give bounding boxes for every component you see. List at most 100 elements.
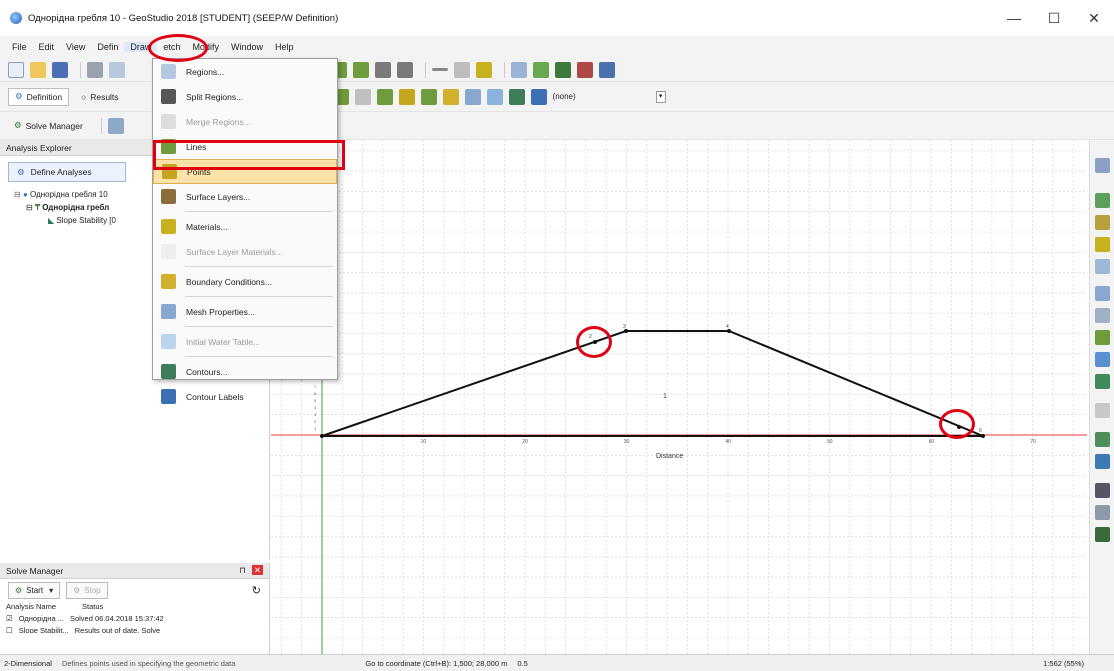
menu-item-initial-water-table[interactable]: Initial Water Table... [153, 329, 337, 354]
close-button[interactable]: ✕ [1074, 0, 1114, 36]
menu-window[interactable]: Window [225, 42, 269, 52]
draw-menu-dropdown: Regions... Split Regions... Merge Region… [152, 58, 338, 404]
contour-icon[interactable] [107, 117, 124, 134]
draw-style-icon[interactable] [476, 61, 492, 78]
water-table-tool-icon[interactable] [486, 88, 503, 105]
menu-help[interactable]: Help [269, 42, 300, 52]
sketch-lines-icon[interactable] [533, 61, 549, 78]
copy-icon[interactable] [109, 61, 125, 78]
points-item-highlight-box [153, 140, 345, 170]
contour-labels-tool-icon[interactable] [530, 88, 547, 105]
contours-tool-icon[interactable] [508, 88, 525, 105]
materials-icon [161, 219, 176, 234]
slope-icon[interactable] [1094, 374, 1110, 389]
undo-icon[interactable] [375, 61, 391, 78]
geometry-point[interactable] [320, 434, 324, 438]
menu-edit[interactable]: Edit [33, 42, 61, 52]
stop-button[interactable]: ⚙ Stop [66, 581, 108, 599]
start-dropdown-icon[interactable]: ▾ [49, 586, 53, 595]
geometry-view[interactable]: 1 Distance 10 20 30 40 50 60 70 1234567 3 4 2 … [271, 140, 1087, 654]
x-tick-label: 70 [1030, 439, 1036, 445]
geometry-point[interactable] [981, 434, 985, 438]
point-highlight-circle [939, 409, 975, 439]
select-dropdown-arrow[interactable]: ▾ [655, 90, 666, 103]
menu-item-materials[interactable]: Materials... [153, 214, 337, 239]
grid-icon[interactable] [1094, 308, 1110, 323]
print-icon[interactable] [87, 61, 103, 78]
materials-icon[interactable] [1094, 330, 1110, 345]
contour-icon[interactable] [1094, 432, 1110, 447]
define-analyses-button[interactable]: ⚙ Define Analyses [8, 162, 126, 182]
menu-item-merge-regions[interactable]: Merge Regions... [153, 109, 337, 134]
menu-item-mesh-properties[interactable]: Mesh Properties... [153, 299, 337, 324]
text-style-icon[interactable] [577, 61, 593, 78]
draw-point-icon[interactable] [1094, 215, 1110, 230]
dots-icon[interactable] [1094, 259, 1110, 274]
refresh-icon[interactable]: ↻ [252, 584, 261, 597]
menu-item-boundary-conditions[interactable]: Boundary Conditions... [153, 269, 337, 294]
menu-item-surface-layers[interactable]: Surface Layers... [153, 184, 337, 209]
results-toggle[interactable]: ○ Results [75, 88, 124, 106]
status-hint: Defines points used in specifying the ge… [61, 658, 236, 668]
new-file-icon[interactable] [8, 61, 24, 78]
x-tick-label: 10 [421, 439, 427, 445]
boundary-tool-icon[interactable] [442, 88, 459, 105]
lines-tool-icon[interactable] [376, 88, 393, 105]
table-row[interactable]: ☑ Однорідна ... Solved 06.04.2018 15:37:42 [6, 613, 269, 625]
menu-item-regions[interactable]: Regions... [153, 59, 337, 84]
mesh-tool-icon[interactable] [464, 88, 481, 105]
points-tool-icon[interactable] [398, 88, 415, 105]
point-label: 6 [979, 428, 982, 434]
line-style-icon[interactable] [432, 68, 448, 71]
redo-icon[interactable] [397, 61, 413, 78]
maximize-button[interactable]: ☐ [1034, 0, 1074, 36]
row-checkbox[interactable]: ☐ [6, 625, 13, 633]
dimension-icon[interactable] [1094, 505, 1110, 520]
materials-tool-icon[interactable] [420, 88, 437, 105]
menu-separator [185, 296, 333, 297]
view-preference-select[interactable]: (none) [553, 92, 576, 101]
menu-define[interactable]: Defin [91, 42, 124, 52]
x-ticks: 10 20 30 40 50 60 70 [421, 439, 1036, 445]
view-fonts-icon[interactable] [599, 61, 615, 78]
scale-readout[interactable]: 1:562 (55%) [1043, 659, 1084, 668]
pin-icon[interactable]: ⊓ [239, 565, 246, 575]
minimize-button[interactable]: — [994, 0, 1034, 36]
menu-item-split-regions[interactable]: Split Regions... [153, 84, 337, 109]
start-button[interactable]: ⚙ Start ▾ [8, 581, 61, 599]
draw-points-icon[interactable] [353, 61, 369, 78]
merge-icon[interactable] [354, 88, 371, 105]
menu-item-contours[interactable]: Contours... [153, 359, 337, 384]
tree-collapse-icon[interactable]: ⊟ [14, 190, 21, 199]
table-row[interactable]: ☐ Slope Stabilit... Results out of date. S… [6, 625, 269, 633]
draw-line-icon[interactable] [1094, 237, 1110, 252]
dam-region[interactable] [321, 330, 984, 437]
drawing-canvas[interactable]: 1 Distance 10 20 30 40 50 60 70 1234567 3 4 2 … [271, 140, 1087, 654]
definition-toggle[interactable]: ⚙ Definition [8, 87, 70, 106]
globe-icon: ● [22, 190, 28, 199]
menu-item-surface-layer-materials[interactable]: Surface Layer Materials... [153, 239, 337, 264]
open-folder-icon[interactable] [30, 61, 46, 78]
zoom-value[interactable]: 0.5 [517, 659, 527, 668]
menu-item-contour-labels[interactable]: Contour Labels [153, 384, 337, 409]
row-checkbox[interactable]: ☑ [6, 613, 13, 625]
goto-coordinate[interactable]: Go to coordinate (Ctrl+B): 1,500; 28,000… [365, 659, 507, 668]
contour-labels-icon[interactable] [1094, 454, 1110, 469]
menu-view[interactable]: View [60, 42, 91, 52]
solve-manager-button[interactable]: ⚙ Solve Manager [8, 117, 89, 135]
line-dropdown-icon[interactable] [454, 61, 470, 78]
sketch-axes-icon[interactable] [511, 61, 527, 78]
sketch-tool-icon[interactable] [1094, 158, 1110, 173]
tree-collapse-icon[interactable]: ⊟ [26, 203, 33, 212]
mesh-icon[interactable] [1094, 286, 1110, 301]
draw-region-icon[interactable] [1094, 193, 1110, 208]
panel-close-icon[interactable]: ✕ [251, 565, 263, 575]
picture-icon[interactable] [1094, 527, 1110, 542]
boundary-icon[interactable] [1094, 352, 1110, 367]
add-text-icon[interactable] [555, 61, 571, 78]
save-icon[interactable] [52, 61, 68, 78]
view-icon[interactable] [1094, 483, 1110, 498]
menu-file[interactable]: File [6, 42, 33, 52]
water-table-icon[interactable] [1094, 403, 1110, 418]
region-label: 1 [663, 393, 667, 400]
